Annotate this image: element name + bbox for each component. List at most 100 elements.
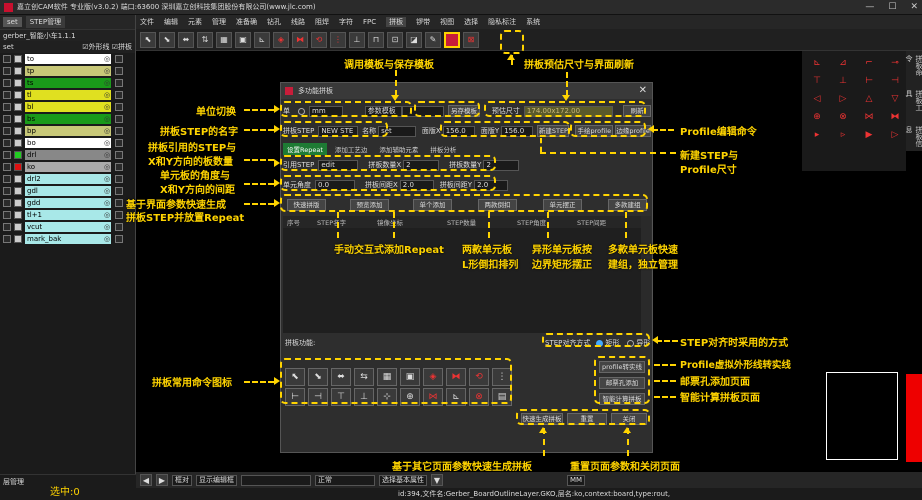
panel-command-icon[interactable]: ⊤ xyxy=(810,75,824,87)
menu-item[interactable]: 阻焊 xyxy=(315,17,329,27)
layer-row[interactable]: tp ◎ xyxy=(0,65,135,77)
layer-checkbox[interactable] xyxy=(3,187,11,195)
menu-item[interactable]: FPC xyxy=(363,18,376,26)
layer-checkbox[interactable] xyxy=(3,139,11,147)
tab-process-edge[interactable]: 添加工艺边 xyxy=(331,143,372,155)
layer-color-swatch[interactable] xyxy=(14,79,22,87)
panel-tool-icon[interactable]: ◈ xyxy=(273,31,289,48)
layer-color-swatch[interactable] xyxy=(14,127,22,135)
rotate-tool-icon[interactable]: ⟲ xyxy=(311,31,327,48)
menu-item[interactable]: 选择 xyxy=(464,17,478,27)
minimize-button[interactable]: — xyxy=(865,2,874,12)
layer-panel-checkbox[interactable] xyxy=(115,67,123,75)
panel-command-icon[interactable]: ⊕ xyxy=(810,111,824,123)
tab-panel-tools[interactable]: 拼板工具 xyxy=(904,90,922,115)
fit-tool-icon[interactable]: ⊡ xyxy=(387,31,403,48)
menu-item[interactable]: 隐私标注 xyxy=(488,17,516,27)
layer-row[interactable]: bs ◎ xyxy=(0,113,135,125)
edge-tool-icon[interactable]: ⊓ xyxy=(368,31,384,48)
layer-checkbox[interactable] xyxy=(3,211,11,219)
eye-icon[interactable]: ◎ xyxy=(104,151,112,159)
layer-row[interactable]: to ◎ xyxy=(0,53,135,65)
panel-command-icon[interactable]: △ xyxy=(862,93,876,105)
panel-command-icon[interactable]: ⋈ xyxy=(862,111,876,123)
panel-command-icon[interactable]: ⊸ xyxy=(888,57,902,69)
layer-color-swatch[interactable] xyxy=(14,211,22,219)
layer-panel-checkbox[interactable] xyxy=(115,103,123,111)
filter-icon[interactable]: ▼ xyxy=(431,474,443,486)
menu-item[interactable]: 拼板 xyxy=(386,17,407,27)
menu-item[interactable]: 钻孔 xyxy=(267,17,281,27)
layer-color-swatch[interactable] xyxy=(14,175,22,183)
layer-row[interactable]: bp ◎ xyxy=(0,125,135,137)
layer-row[interactable]: ts ◎ xyxy=(0,77,135,89)
panel-command-icon[interactable]: ⊗ xyxy=(836,111,850,123)
chart-tool-icon[interactable]: ⊾ xyxy=(254,31,270,48)
panel-command-icon[interactable]: ⊢ xyxy=(862,75,876,87)
multi-panel-button[interactable] xyxy=(444,31,460,48)
panel-command-icon[interactable]: ⊿ xyxy=(836,57,850,69)
delete-tool-icon[interactable]: ✎ xyxy=(425,31,441,48)
eye-icon[interactable]: ◎ xyxy=(104,175,112,183)
layer-row[interactable]: gdl ◎ xyxy=(0,185,135,197)
panel-command-icon[interactable]: ⊥ xyxy=(836,75,850,87)
tab-set[interactable]: set xyxy=(3,17,22,27)
layer-row[interactable]: gdd ◎ xyxy=(0,197,135,209)
layer-panel-checkbox[interactable] xyxy=(115,115,123,123)
eye-icon[interactable]: ◎ xyxy=(104,139,112,147)
menu-item[interactable]: 编辑 xyxy=(164,17,178,27)
layer-panel-checkbox[interactable] xyxy=(115,223,123,231)
layer-row[interactable]: drl2 ◎ xyxy=(0,173,135,185)
eye-icon[interactable]: ◎ xyxy=(104,115,112,123)
next-icon[interactable]: ▶ xyxy=(156,474,168,486)
layer-checkbox[interactable] xyxy=(3,115,11,123)
tab-panel-analysis[interactable]: 拼板分析 xyxy=(426,143,460,155)
panel-command-icon[interactable]: ⌐ xyxy=(862,57,876,69)
layer-row[interactable]: vcut ◎ xyxy=(0,221,135,233)
layer-panel-checkbox[interactable] xyxy=(115,55,123,63)
layer-panel-checkbox[interactable] xyxy=(115,199,123,207)
layer-panel-checkbox[interactable] xyxy=(115,163,123,171)
layer-color-swatch[interactable] xyxy=(14,91,22,99)
menu-item[interactable]: 锣带 xyxy=(416,17,430,27)
layer-row[interactable]: drl ◎ xyxy=(0,149,135,161)
select-tool-icon[interactable]: ⬊ xyxy=(159,31,175,48)
mode-select[interactable]: 框对 xyxy=(172,474,192,486)
move-tool-icon[interactable]: ⬌ xyxy=(178,31,194,48)
layer-color-swatch[interactable] xyxy=(14,103,22,111)
layer-checkbox[interactable] xyxy=(3,223,11,231)
menu-item[interactable]: 管理 xyxy=(212,17,226,27)
panel-command-icon[interactable]: ⊾ xyxy=(810,57,824,69)
layer-checkbox[interactable] xyxy=(3,175,11,183)
layer-checkbox[interactable] xyxy=(3,103,11,111)
layer-panel-checkbox[interactable] xyxy=(115,139,123,147)
tab-aux-elements[interactable]: 添加辅助元素 xyxy=(375,143,422,155)
panel-command-icon[interactable]: ▶ xyxy=(862,129,876,141)
eye-icon[interactable]: ◎ xyxy=(104,211,112,219)
layer-color-swatch[interactable] xyxy=(14,55,22,63)
pointer-tool-icon[interactable]: ⬉ xyxy=(140,31,156,48)
layer-color-swatch[interactable] xyxy=(14,199,22,207)
tab-repeat[interactable]: 设置Repeat xyxy=(283,143,327,155)
layer-checkbox[interactable] xyxy=(3,199,11,207)
layer-panel-checkbox[interactable] xyxy=(115,79,123,87)
layer-panel-checkbox[interactable] xyxy=(115,235,123,243)
menu-item[interactable]: 线路 xyxy=(291,17,305,27)
eye-icon[interactable]: ◎ xyxy=(104,55,112,63)
filter-select[interactable]: 选择基本属性 xyxy=(379,474,427,486)
layer-checkbox[interactable] xyxy=(3,127,11,135)
eye-icon[interactable]: ◎ xyxy=(104,223,112,231)
command-input[interactable] xyxy=(241,474,311,486)
measure-tool-icon[interactable]: ◪ xyxy=(406,31,422,48)
normal-select[interactable]: 正常 xyxy=(315,474,375,486)
layer-panel-checkbox[interactable] xyxy=(115,91,123,99)
eye-icon[interactable]: ◎ xyxy=(104,79,112,87)
eye-icon[interactable]: ◎ xyxy=(104,187,112,195)
panel-command-icon[interactable]: ⧓ xyxy=(888,111,902,123)
layer-panel-checkbox[interactable] xyxy=(115,175,123,183)
layer-row[interactable]: bo ◎ xyxy=(0,137,135,149)
panel-command-icon[interactable]: ▽ xyxy=(888,93,902,105)
menu-item[interactable]: 视图 xyxy=(440,17,454,27)
dialog-close-icon[interactable]: ✕ xyxy=(639,85,647,96)
table-scrollbar[interactable] xyxy=(641,216,651,333)
